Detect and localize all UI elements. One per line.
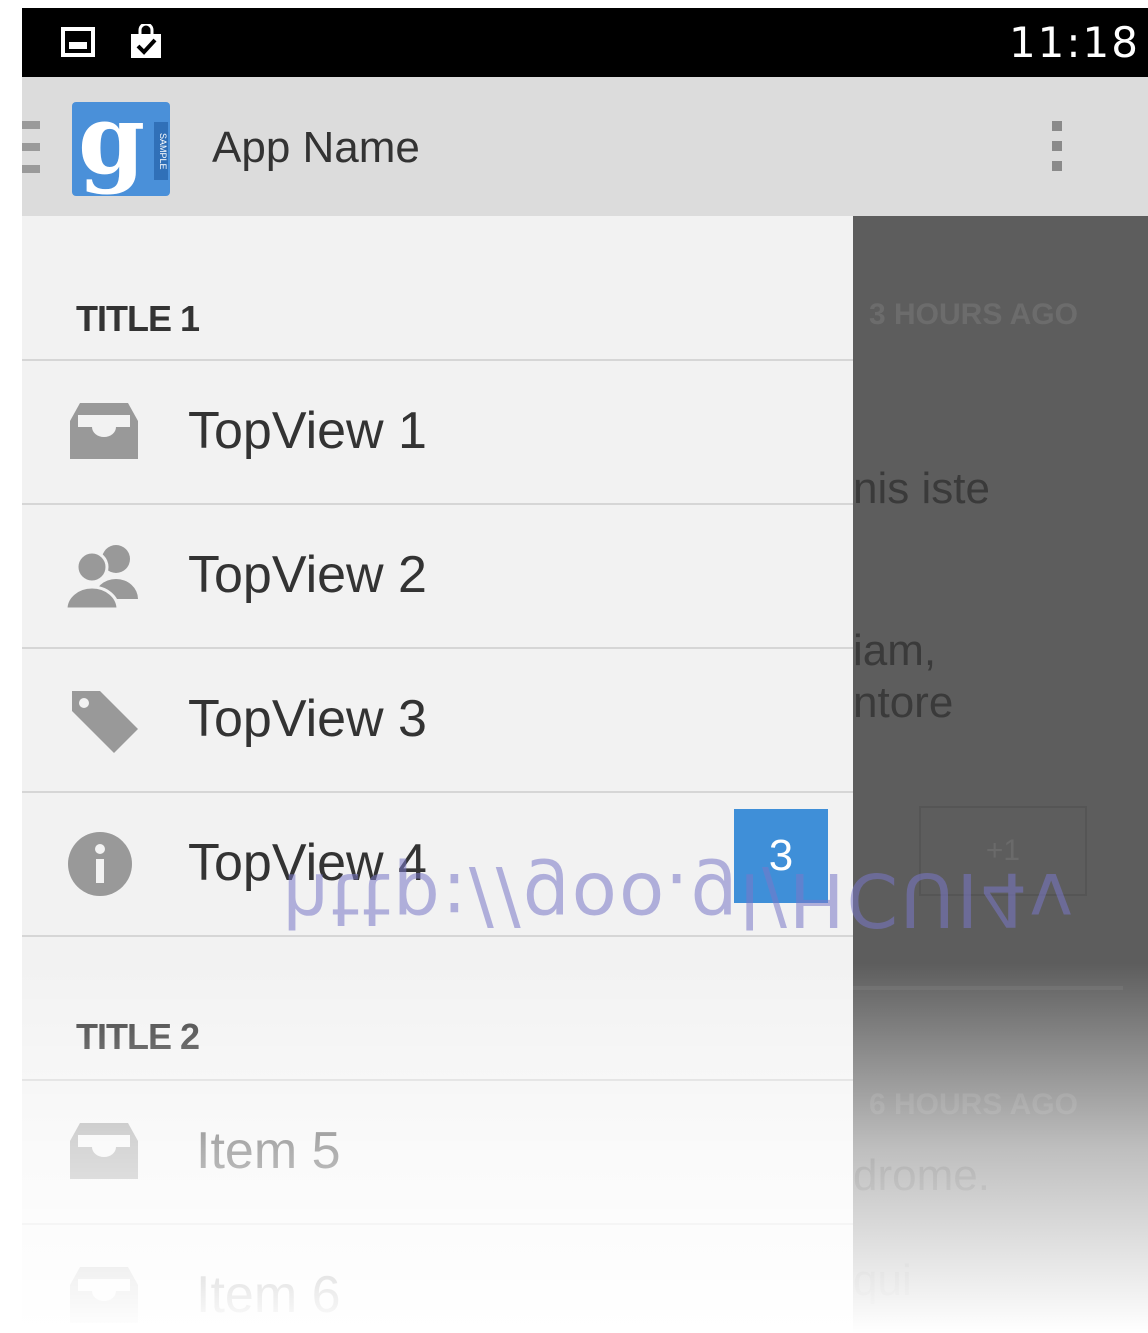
content-text-2a: iam, (853, 626, 937, 675)
background-content: 3 HOURS AGO nis iste iam, ntore +1 6 HOU… (853, 216, 1148, 1333)
timestamp-2: 6 HOURS AGO (869, 1088, 1078, 1121)
overflow-menu-icon[interactable] (1052, 121, 1064, 177)
people-icon (66, 545, 138, 611)
nav-item-topview-1[interactable]: TopView 1 (22, 361, 853, 503)
action-bar: g SAMPLE App Name (22, 77, 1148, 216)
app-title: App Name (212, 123, 420, 172)
inbox-icon (70, 403, 138, 459)
logo-sample-tag: SAMPLE (154, 122, 168, 180)
status-bar: 11:18 (22, 8, 1148, 77)
app-logo[interactable]: g SAMPLE (72, 102, 170, 196)
nav-item-item-5[interactable]: Item 5 (22, 1081, 853, 1223)
image-icon (61, 27, 95, 57)
nav-item-topview-3[interactable]: TopView 3 (22, 649, 853, 791)
section-title-2: TITLE 2 (76, 1016, 200, 1057)
status-time: 11:18 (1008, 18, 1140, 67)
nav-item-label: Item 6 (196, 1266, 341, 1324)
content-text-4: qui (853, 1256, 912, 1305)
logo-letter: g (78, 102, 146, 196)
inbox-icon (70, 1267, 138, 1323)
section-title-1: TITLE 1 (76, 298, 200, 339)
info-icon (68, 832, 132, 896)
nav-item-label: Item 5 (196, 1122, 341, 1180)
nav-item-label: TopView 2 (188, 546, 427, 604)
card-divider (853, 986, 1123, 990)
nav-item-topview-2[interactable]: TopView 2 (22, 505, 853, 647)
tag-icon (72, 691, 138, 753)
shopping-bag-check-icon (131, 24, 161, 58)
nav-item-item-6[interactable]: Item 6 (22, 1225, 853, 1333)
content-text-2b: ntore (853, 678, 954, 727)
drawer-indicator-icon[interactable] (22, 121, 40, 173)
watermark-url: http://goo.gl/HCUI4v (282, 856, 1076, 942)
content-text-3: drome. (853, 1151, 990, 1200)
timestamp-1: 3 HOURS AGO (869, 298, 1078, 331)
navigation-drawer: TITLE 1 TopView 1 TopView 2 TopView 3 To… (22, 216, 853, 1333)
nav-item-label: TopView 1 (188, 402, 427, 460)
device-screen: 11:18 g SAMPLE App Name 3 HOURS AGO nis … (22, 8, 1148, 1333)
content-text-1: nis iste (853, 464, 990, 513)
nav-item-label: TopView 3 (188, 690, 427, 748)
inbox-icon (70, 1123, 138, 1179)
